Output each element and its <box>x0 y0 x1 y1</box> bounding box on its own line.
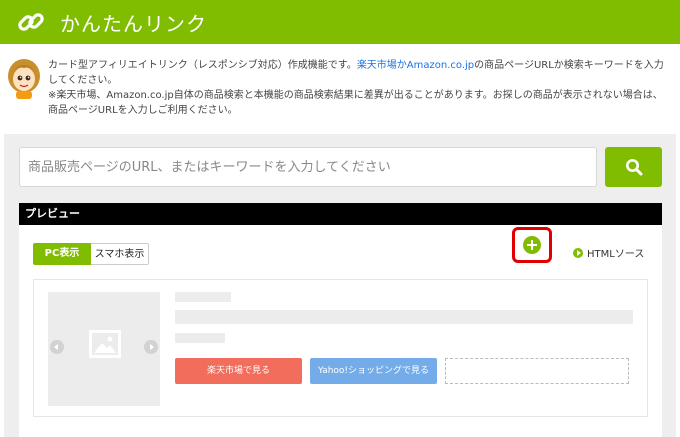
search-button[interactable] <box>605 147 662 187</box>
rakuten-button[interactable]: 楽天市場で見る <box>175 358 302 384</box>
preview-header: プレビュー <box>19 203 662 225</box>
product-image-placeholder <box>48 292 160 406</box>
display-tabs: PC表示 スマホ表示 <box>33 243 149 265</box>
arrow-right-icon[interactable] <box>144 340 158 354</box>
page-title: かんたんリンク <box>60 11 207 36</box>
arrow-left-icon[interactable] <box>50 340 64 354</box>
search-icon <box>625 159 642 176</box>
preview-body: PC表示 スマホ表示 HTMLソース 楽天市場で見る Yahoo!ショッピングで… <box>19 225 662 437</box>
image-placeholder-icon <box>89 330 121 358</box>
main-panel: プレビュー PC表示 スマホ表示 HTMLソース <box>4 134 676 437</box>
app-header: かんたんリンク <box>0 0 680 44</box>
link-card-preview: 楽天市場で見る Yahoo!ショッピングで見る <box>33 279 648 417</box>
add-button-slot <box>445 358 629 384</box>
add-button[interactable] <box>512 227 552 263</box>
girl-mascot-icon <box>8 59 40 99</box>
description-line-1-pre: カード型アフィリエイトリンク（レスポンシブ対応）作成機能です。 <box>48 60 357 71</box>
play-circle-icon <box>573 247 583 258</box>
price-placeholder <box>175 333 225 343</box>
tab-smartphone[interactable]: スマホ表示 <box>91 243 149 265</box>
html-source-link[interactable]: HTMLソース <box>573 245 644 260</box>
tab-pc[interactable]: PC表示 <box>33 243 91 265</box>
search-input[interactable] <box>19 147 597 187</box>
description-text: カード型アフィリエイトリンク（レスポンシブ対応）作成機能です。楽天市場かAmaz… <box>48 58 670 118</box>
link-chain-icon <box>18 13 44 31</box>
description-area: カード型アフィリエイトリンク（レスポンシブ対応）作成機能です。楽天市場かAmaz… <box>0 44 680 130</box>
description-line-1: カード型アフィリエイトリンク（レスポンシブ対応）作成機能です。楽天市場かAmaz… <box>48 58 670 88</box>
rakuten-amazon-link[interactable]: 楽天市場かAmazon.co.jp <box>357 60 474 71</box>
description-line-2: ※楽天市場、Amazon.co.jp自体の商品検索と本機能の商品検索結果に差異が… <box>48 90 663 116</box>
yahoo-shopping-button[interactable]: Yahoo!ショッピングで見る <box>310 358 437 384</box>
title-placeholder-long <box>175 310 633 324</box>
html-source-label: HTMLソース <box>587 249 645 260</box>
plus-circle-icon <box>523 236 541 254</box>
title-placeholder-short <box>175 292 231 302</box>
